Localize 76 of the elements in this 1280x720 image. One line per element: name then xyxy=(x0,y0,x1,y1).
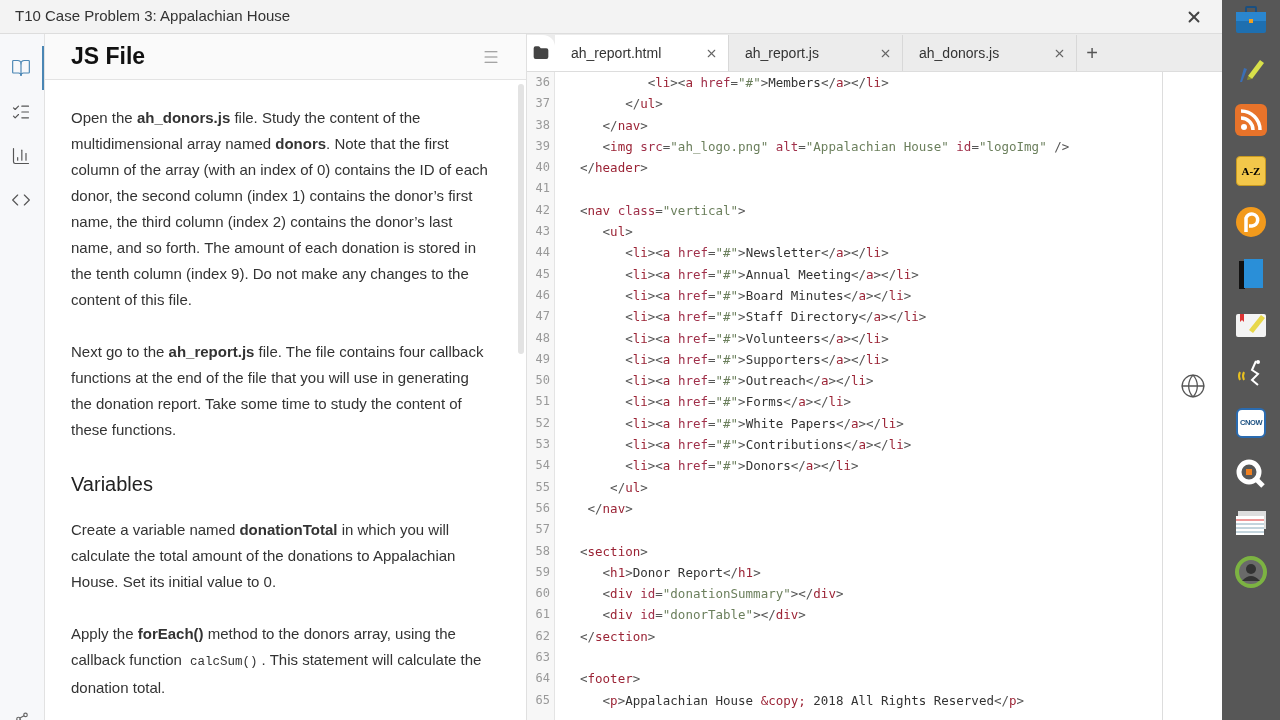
code-line: </nav> xyxy=(586,499,633,518)
line-number: 48 xyxy=(535,329,550,347)
code-line: </section> xyxy=(580,627,656,646)
code-line: <li><a href="#">Members</a></li> xyxy=(646,74,889,92)
code-line: <li><a href="#">Forms</a></li> xyxy=(624,393,852,412)
code-line: </ul> xyxy=(624,95,663,114)
code-line: <li><a href="#">Annual Meeting</a></li> xyxy=(624,265,919,284)
section-heading: Variables xyxy=(71,472,154,497)
add-tab-button[interactable]: + xyxy=(1077,35,1107,71)
line-number: 49 xyxy=(535,350,550,368)
instruction-paragraph: Next go to the ah_report.js file. The file contains four callback functions at the end of the file that you will use in generating the donation report. Take some time to study the content of these functions. xyxy=(71,342,485,440)
code-line: <li><a href="#">Newsletter</a></li> xyxy=(624,244,889,263)
code-line: <footer> xyxy=(580,670,641,689)
line-number: 44 xyxy=(535,244,550,262)
line-number: 45 xyxy=(535,265,550,283)
line-number: 60 xyxy=(535,585,550,603)
book-icon[interactable] xyxy=(1237,258,1265,290)
file-tab[interactable]: ah_report.html xyxy=(555,35,729,71)
line-number: 65 xyxy=(535,691,550,709)
circle-logo-icon[interactable] xyxy=(1235,206,1267,238)
code-line: <li><a href="#">Volunteers</a></li> xyxy=(624,329,889,348)
code-line: <li><a href="#">White Papers</a></li> xyxy=(624,414,904,433)
line-number: 56 xyxy=(535,499,550,517)
code-line: <ul> xyxy=(601,223,633,242)
line-number: 46 xyxy=(535,286,550,304)
line-number: 58 xyxy=(535,542,550,560)
folder-icon[interactable] xyxy=(527,35,555,71)
scrollbar[interactable] xyxy=(518,84,524,354)
glossary-icon[interactable]: A-Z xyxy=(1236,156,1266,186)
line-number: 37 xyxy=(535,95,550,113)
code-line: <li><a href="#">Outreach</a></li> xyxy=(624,372,874,391)
line-number: 50 xyxy=(535,372,550,390)
instruction-paragraph: Apply the forEach() method to the donors array, using the callback function calcSum() . This statement will calculate the donation total. xyxy=(71,624,483,698)
line-number: 54 xyxy=(535,457,550,475)
line-number: 64 xyxy=(535,670,550,688)
line-number: 53 xyxy=(535,436,550,454)
line-number: 47 xyxy=(535,308,550,326)
code-line: <li><a href="#">Staff Directory</a></li> xyxy=(624,308,927,327)
line-number: 55 xyxy=(535,478,550,496)
code-line: <li><a href="#">Contributions</a></li> xyxy=(624,436,912,455)
line-number: 36 xyxy=(535,74,550,91)
code-line: <nav class="vertical"> xyxy=(580,201,746,220)
code-line: <li><a href="#">Supporters</a></li> xyxy=(624,350,889,369)
line-number: 40 xyxy=(535,159,550,177)
window-title: T10 Case Problem 3: Appalachian House xyxy=(15,6,292,27)
line-number: 51 xyxy=(535,393,550,411)
magnifier-icon[interactable] xyxy=(1235,458,1267,490)
code-line: </ul> xyxy=(609,478,648,497)
instruction-paragraph: Open the ah_donors.js file. Study the content of the multidimensional array named donors. Note that the first column of the array (with an index of 0) contains the ID of each donor, the second column (index 1) contains the donor’s first name, the third column (index 2) contains the donor’s last name, and so forth. The amount of each donation is stored in the tenth column (index 9). Do not make any changes to the content of this file. xyxy=(71,108,489,310)
code-line: <p>Appalachian House &copy; 2018 All Rights Reserved</p> xyxy=(601,691,1025,710)
code-line: <div id="donationSummary"></div> xyxy=(601,585,844,604)
code-line: <h1>Donor Report</h1> xyxy=(601,563,761,582)
line-number: 43 xyxy=(535,223,550,241)
line-number: 62 xyxy=(535,627,550,645)
instruction-paragraph: Create a variable named donationTotal in which you will calculate the total amount of the donations to Appalachian House. Set its initial value to 0. xyxy=(71,520,457,592)
line-number: 59 xyxy=(535,563,550,581)
code-line: <section> xyxy=(580,542,648,561)
line-number: 42 xyxy=(535,201,550,219)
code-line: </header> xyxy=(580,159,648,178)
line-number: 38 xyxy=(535,116,550,134)
globe-icon[interactable] xyxy=(1179,373,1206,399)
code-line: </nav> xyxy=(601,116,648,135)
panel-title: JS File xyxy=(71,42,147,72)
line-number: 57 xyxy=(535,521,550,539)
code-line: <div id="donorTable"></div> xyxy=(601,606,806,625)
code-line: <li><a href="#">Board Minutes</a></li> xyxy=(624,286,912,305)
line-number: 63 xyxy=(535,649,550,666)
line-number: 41 xyxy=(535,180,550,198)
index-cards-icon[interactable] xyxy=(1235,510,1267,536)
code-line: <img src="ah_logo.png" alt="Appalachian House" id="logoImg" /> xyxy=(601,137,1070,156)
line-number: 61 xyxy=(535,606,550,624)
line-number: 52 xyxy=(535,414,550,432)
profile-icon[interactable] xyxy=(1235,556,1267,588)
code-line: <li><a href="#">Donors</a></li> xyxy=(624,457,859,476)
line-number: 39 xyxy=(535,137,550,155)
rss-icon[interactable] xyxy=(1235,104,1267,136)
